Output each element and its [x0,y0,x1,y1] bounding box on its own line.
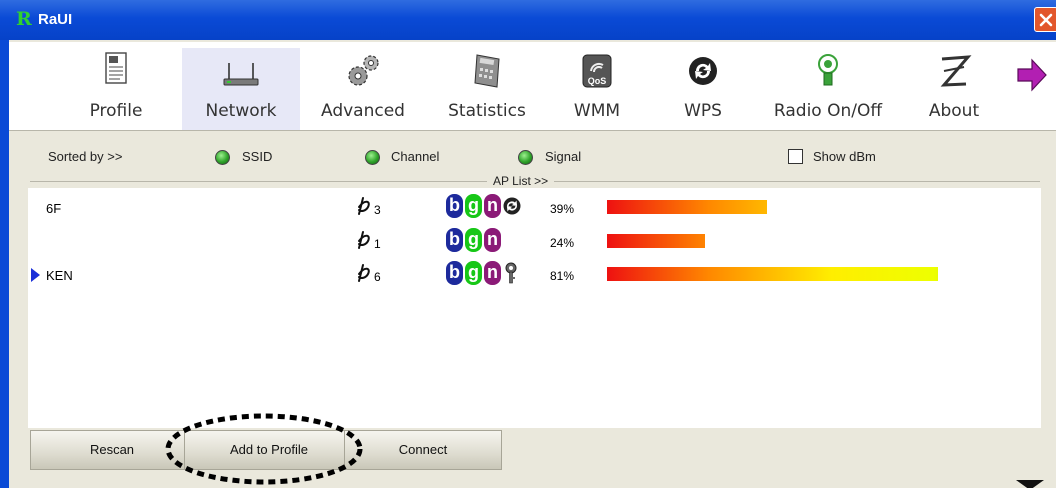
sort-ssid-radio[interactable] [215,150,230,165]
sorted-by-label: Sorted by >> [48,149,123,164]
mode-g-badge: g [465,228,482,252]
toolbar-radio-button[interactable]: Radio On/Off [761,48,895,130]
toolbar-profile-label: Profile [89,101,143,121]
toolbar-network-button[interactable]: Network [182,48,300,130]
channel-icon [358,231,370,249]
raui-window: R RaUI Profile Network Advanced Statisti… [0,0,1056,488]
close-button[interactable] [1034,7,1056,32]
toolbar-wmm-button[interactable]: QoS WMM [561,48,633,130]
key-icon [505,262,517,284]
mode-b-badge: b [446,194,463,218]
show-dbm-label[interactable]: Show dBm [813,149,876,164]
toolbar-profile-button[interactable]: Profile [71,48,161,130]
mode-n-badge: n [484,261,501,285]
toolbar-statistics-button[interactable]: Statistics [433,48,541,130]
ap-signal-percent: 81% [550,269,575,283]
wps-icon [503,197,521,215]
mode-n-badge: n [484,228,501,252]
channel-icon [358,264,370,282]
ap-list[interactable]: 6F 3 b g n 39% 1 b g n 24% KEN 6 b g n 8… [28,188,1041,428]
show-dbm-checkbox[interactable] [788,149,803,164]
ap-row[interactable]: 1 b g n 24% [28,228,1041,256]
ap-ssid: 6F [46,201,62,216]
toolbar-network-label: Network [205,101,277,121]
sort-ssid-label[interactable]: SSID [242,149,272,164]
close-icon [1039,13,1053,27]
signal-bar [607,234,705,248]
toolbar-advanced-label: Advanced [321,101,405,121]
window-title: RaUI [38,11,73,28]
mode-b-badge: b [446,228,463,252]
toolbar-wmm-label: WMM [573,101,621,121]
calculator-icon [474,54,500,88]
toolbar-about-button[interactable]: About [916,48,992,130]
ap-signal-percent: 39% [550,202,575,216]
toolbar-radio-label: Radio On/Off [773,101,883,121]
ap-channel: 6 [374,270,381,284]
sort-channel-label[interactable]: Channel [391,149,439,164]
profile-icon [105,52,127,84]
next-arrow-icon[interactable] [1016,58,1048,92]
window-frame-left [0,40,9,488]
gears-icon [348,55,379,86]
radio-antenna-icon [818,54,838,86]
ap-list-title: AP List >> [487,174,555,188]
sort-signal-label[interactable]: Signal [545,149,581,164]
wps-icon [689,57,717,85]
signal-bar [607,267,938,281]
mode-b-badge: b [446,261,463,285]
qos-icon: QoS [582,54,612,88]
ap-ssid: KEN [46,268,73,283]
toolbar: Profile Network Advanced Statistics QoS … [9,42,1056,131]
mode-n-badge: n [484,194,501,218]
selected-row-arrow-icon [31,268,40,282]
qos-badge-text: QoS [588,76,607,86]
title-bar[interactable]: R RaUI [0,0,1056,40]
sort-signal-radio[interactable] [518,150,533,165]
toolbar-advanced-button[interactable]: Advanced [309,48,417,130]
channel-icon [358,197,370,215]
signal-bar [607,200,767,214]
ap-channel: 3 [374,203,381,217]
scroll-down-arrow-icon[interactable] [1016,480,1044,488]
sort-channel-radio[interactable] [365,150,380,165]
mode-g-badge: g [465,261,482,285]
toolbar-statistics-label: Statistics [448,101,526,121]
toolbar-about-label: About [928,101,980,121]
ap-signal-percent: 24% [550,236,575,250]
mode-g-badge: g [465,194,482,218]
highlight-ellipse [165,413,363,485]
toolbar-wps-button[interactable]: WPS [665,48,741,130]
about-icon [940,55,972,87]
toolbar-wps-label: WPS [684,101,722,121]
ap-row[interactable]: 6F 3 b g n 39% [28,194,1041,222]
ap-row-selected[interactable]: KEN 6 b g n 81% [28,261,1041,289]
app-logo: R [16,8,32,30]
ap-channel: 1 [374,237,381,251]
network-router-icon [223,63,259,86]
